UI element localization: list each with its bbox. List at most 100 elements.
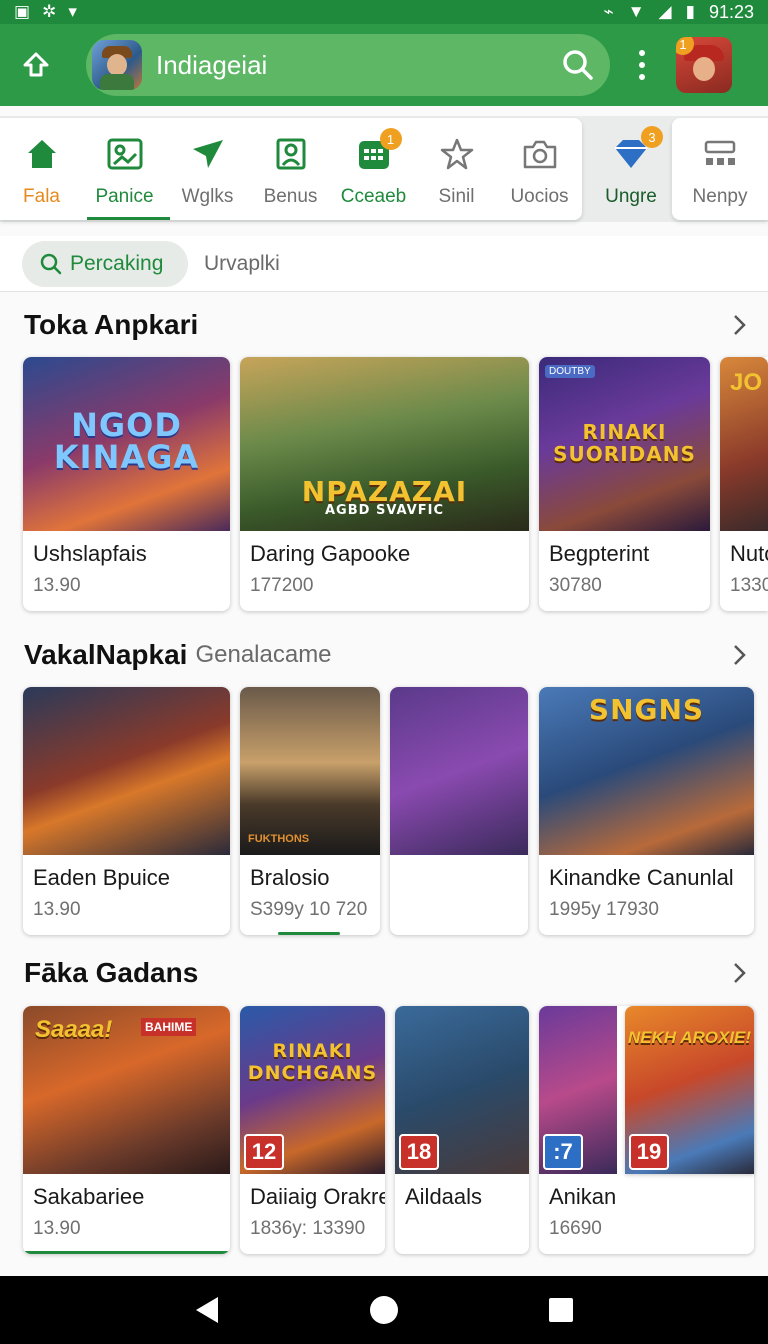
send-icon <box>188 134 228 174</box>
section-faka-gadans: Fāka Gadans Saaaa! BAHIME Sakabariee 13.… <box>0 948 768 1262</box>
game-meta: S399y 10 720 <box>250 899 368 920</box>
age-rating-badge: 18 <box>399 1134 439 1170</box>
art-title: RINAKI SUORIDANS <box>553 420 696 466</box>
app-bar: Indiageiai 1 <box>0 24 768 106</box>
game-art: SNGNS <box>539 687 754 855</box>
tab-fala[interactable]: Fala <box>0 118 83 220</box>
tab-sinil[interactable]: Sinil <box>415 118 498 220</box>
vibrate-icon: ⌁ <box>603 2 614 21</box>
tab-nenpy[interactable]: Nenpy <box>672 118 768 220</box>
art-title: JO <box>730 369 763 396</box>
gallery-icon: ▣ <box>14 2 31 21</box>
section-title: VakalNapkai <box>24 639 188 670</box>
game-card[interactable]: RINAKI DNCHGANS 12 Daiiaig Orakrel 1836y… <box>240 1006 385 1254</box>
tab-ungre[interactable]: 3 Ungre <box>588 118 674 220</box>
recents-icon[interactable] <box>548 1297 574 1323</box>
star-icon <box>437 134 477 174</box>
upload-icon[interactable] <box>16 45 56 85</box>
art-subtitle: AGBD SVAVFIC <box>325 503 444 518</box>
section-subtitle: Genalacame <box>195 641 332 668</box>
game-title: Ushslapfais <box>33 541 147 566</box>
game-art: :7 <box>539 1006 617 1174</box>
game-card[interactable]: DOUTBY RINAKI SUORIDANS Begpterint 30780 <box>539 357 710 611</box>
game-meta: 1330 <box>730 575 768 596</box>
section-title: Fāka Gadans <box>24 957 199 988</box>
chevron-right-icon[interactable] <box>726 642 752 668</box>
game-art <box>23 687 230 855</box>
game-title: Nutc <box>730 541 768 566</box>
game-art: DOUTBY RINAKI SUORIDANS <box>539 357 710 531</box>
game-meta: 30780 <box>549 575 602 596</box>
tab-wglks[interactable]: Wglks <box>166 118 249 220</box>
game-art: NPAZAZAI AGBD SVAVFIC <box>240 357 529 531</box>
signal-icon: ◢ <box>658 2 672 21</box>
game-card[interactable]: NGOD KINAGA Ushslapfais 13.90 <box>23 357 230 611</box>
tab-cceaeb[interactable]: 1 Cceaeb <box>332 118 415 220</box>
age-rating-badge: 12 <box>244 1134 284 1170</box>
game-meta: 1995y 17930 <box>549 899 659 920</box>
game-meta: 13.90 <box>33 575 81 596</box>
search-icon <box>40 253 62 274</box>
game-card[interactable]: JO Nutc 1330 <box>720 357 768 611</box>
tab-active-indicator <box>87 217 170 220</box>
game-art <box>390 687 528 855</box>
game-card[interactable]: FUKTHONS Bralosio S399y 10 720 <box>240 687 380 935</box>
image-frame-icon <box>105 134 145 174</box>
game-card[interactable] <box>390 687 528 935</box>
game-meta: 13.90 <box>33 1218 81 1239</box>
section-title: Toka Anpkari <box>24 309 199 340</box>
notification-icon: ▾ <box>68 2 77 21</box>
home-icon <box>22 134 62 174</box>
game-art: FUKTHONS <box>240 687 380 855</box>
app-avatar <box>92 40 142 90</box>
section-toka-anpkari: Toka Anpkari NGOD KINAGA Ushslapfais 13.… <box>0 300 768 613</box>
game-title: Daring Gapooke <box>250 541 411 566</box>
age-rating-badge: 19 <box>629 1134 669 1170</box>
game-art: RINAKI DNCHGANS 12 <box>240 1006 385 1174</box>
system-nav-bar <box>0 1276 768 1344</box>
home-icon[interactable] <box>369 1295 399 1325</box>
filter-row: Percaking Urvaplki <box>0 236 768 292</box>
camera-icon <box>520 134 560 174</box>
filter-chip-label: Percaking <box>70 251 164 275</box>
tab-benus[interactable]: Benus <box>249 118 332 220</box>
section-vakalnapkai: VakalNapkai Genalacame Eaden Bpuice 13.9… <box>0 630 768 943</box>
game-title: Anikan <box>549 1184 617 1209</box>
game-card[interactable]: Eaden Bpuice 13.90 <box>23 687 230 935</box>
game-art: 18 <box>395 1006 529 1174</box>
more-options-icon[interactable] <box>632 50 652 80</box>
game-title: Begpterint <box>549 541 650 566</box>
art-title: NEKH AROXIE! <box>627 1028 752 1047</box>
profile-avatar[interactable]: 1 <box>676 37 732 93</box>
art-tag: BAHIME <box>141 1018 197 1036</box>
back-icon[interactable] <box>194 1295 220 1325</box>
tab-panice[interactable]: Panice <box>83 118 170 220</box>
game-meta: 1836y: 13390 <box>250 1218 366 1239</box>
chevron-right-icon[interactable] <box>726 312 752 338</box>
filter-secondary[interactable]: Urvaplki <box>204 252 280 276</box>
chevron-right-icon[interactable] <box>726 960 752 986</box>
game-card[interactable]: SNGNS Kinandke Canunlal 1995y 17930 <box>539 687 754 935</box>
game-card[interactable]: NPAZAZAI AGBD SVAVFIC Daring Gapooke 177… <box>240 357 529 611</box>
game-card[interactable]: Saaaa! BAHIME Sakabariee 13.90 <box>23 1006 230 1254</box>
search-bar[interactable]: Indiageiai <box>86 34 610 96</box>
age-rating-badge: :7 <box>543 1134 583 1170</box>
filter-chip[interactable]: Percaking <box>22 240 188 287</box>
status-bar: ▣ ✲ ▾ ⌁ ▼ ◢ ▮ 91:23 <box>0 0 768 24</box>
status-time: 91:23 <box>708 1 754 22</box>
scroll-indicator <box>278 932 340 935</box>
game-title: Sakabariee <box>33 1184 145 1209</box>
settings-icon: ✲ <box>42 2 57 21</box>
game-title: Kinandke Canunlal <box>549 865 734 890</box>
game-card[interactable]: NEKH AROXIE! 19 <box>625 1006 754 1174</box>
game-meta: 177200 <box>250 575 314 596</box>
app-title: Indiageiai <box>156 49 268 80</box>
tab-badge: 1 <box>379 128 402 150</box>
tab-uocios[interactable]: Uocios <box>498 118 581 220</box>
art-title: SNGNS <box>588 693 705 726</box>
game-card[interactable]: 18 Aildaals <box>395 1006 529 1254</box>
search-icon[interactable] <box>560 47 596 83</box>
wifi-icon: ▼ <box>627 2 645 21</box>
category-tabs: Fala Panice Wglks Benus 1 Cceaeb Sinil U… <box>0 116 768 222</box>
game-title: Aildaals <box>405 1184 483 1209</box>
